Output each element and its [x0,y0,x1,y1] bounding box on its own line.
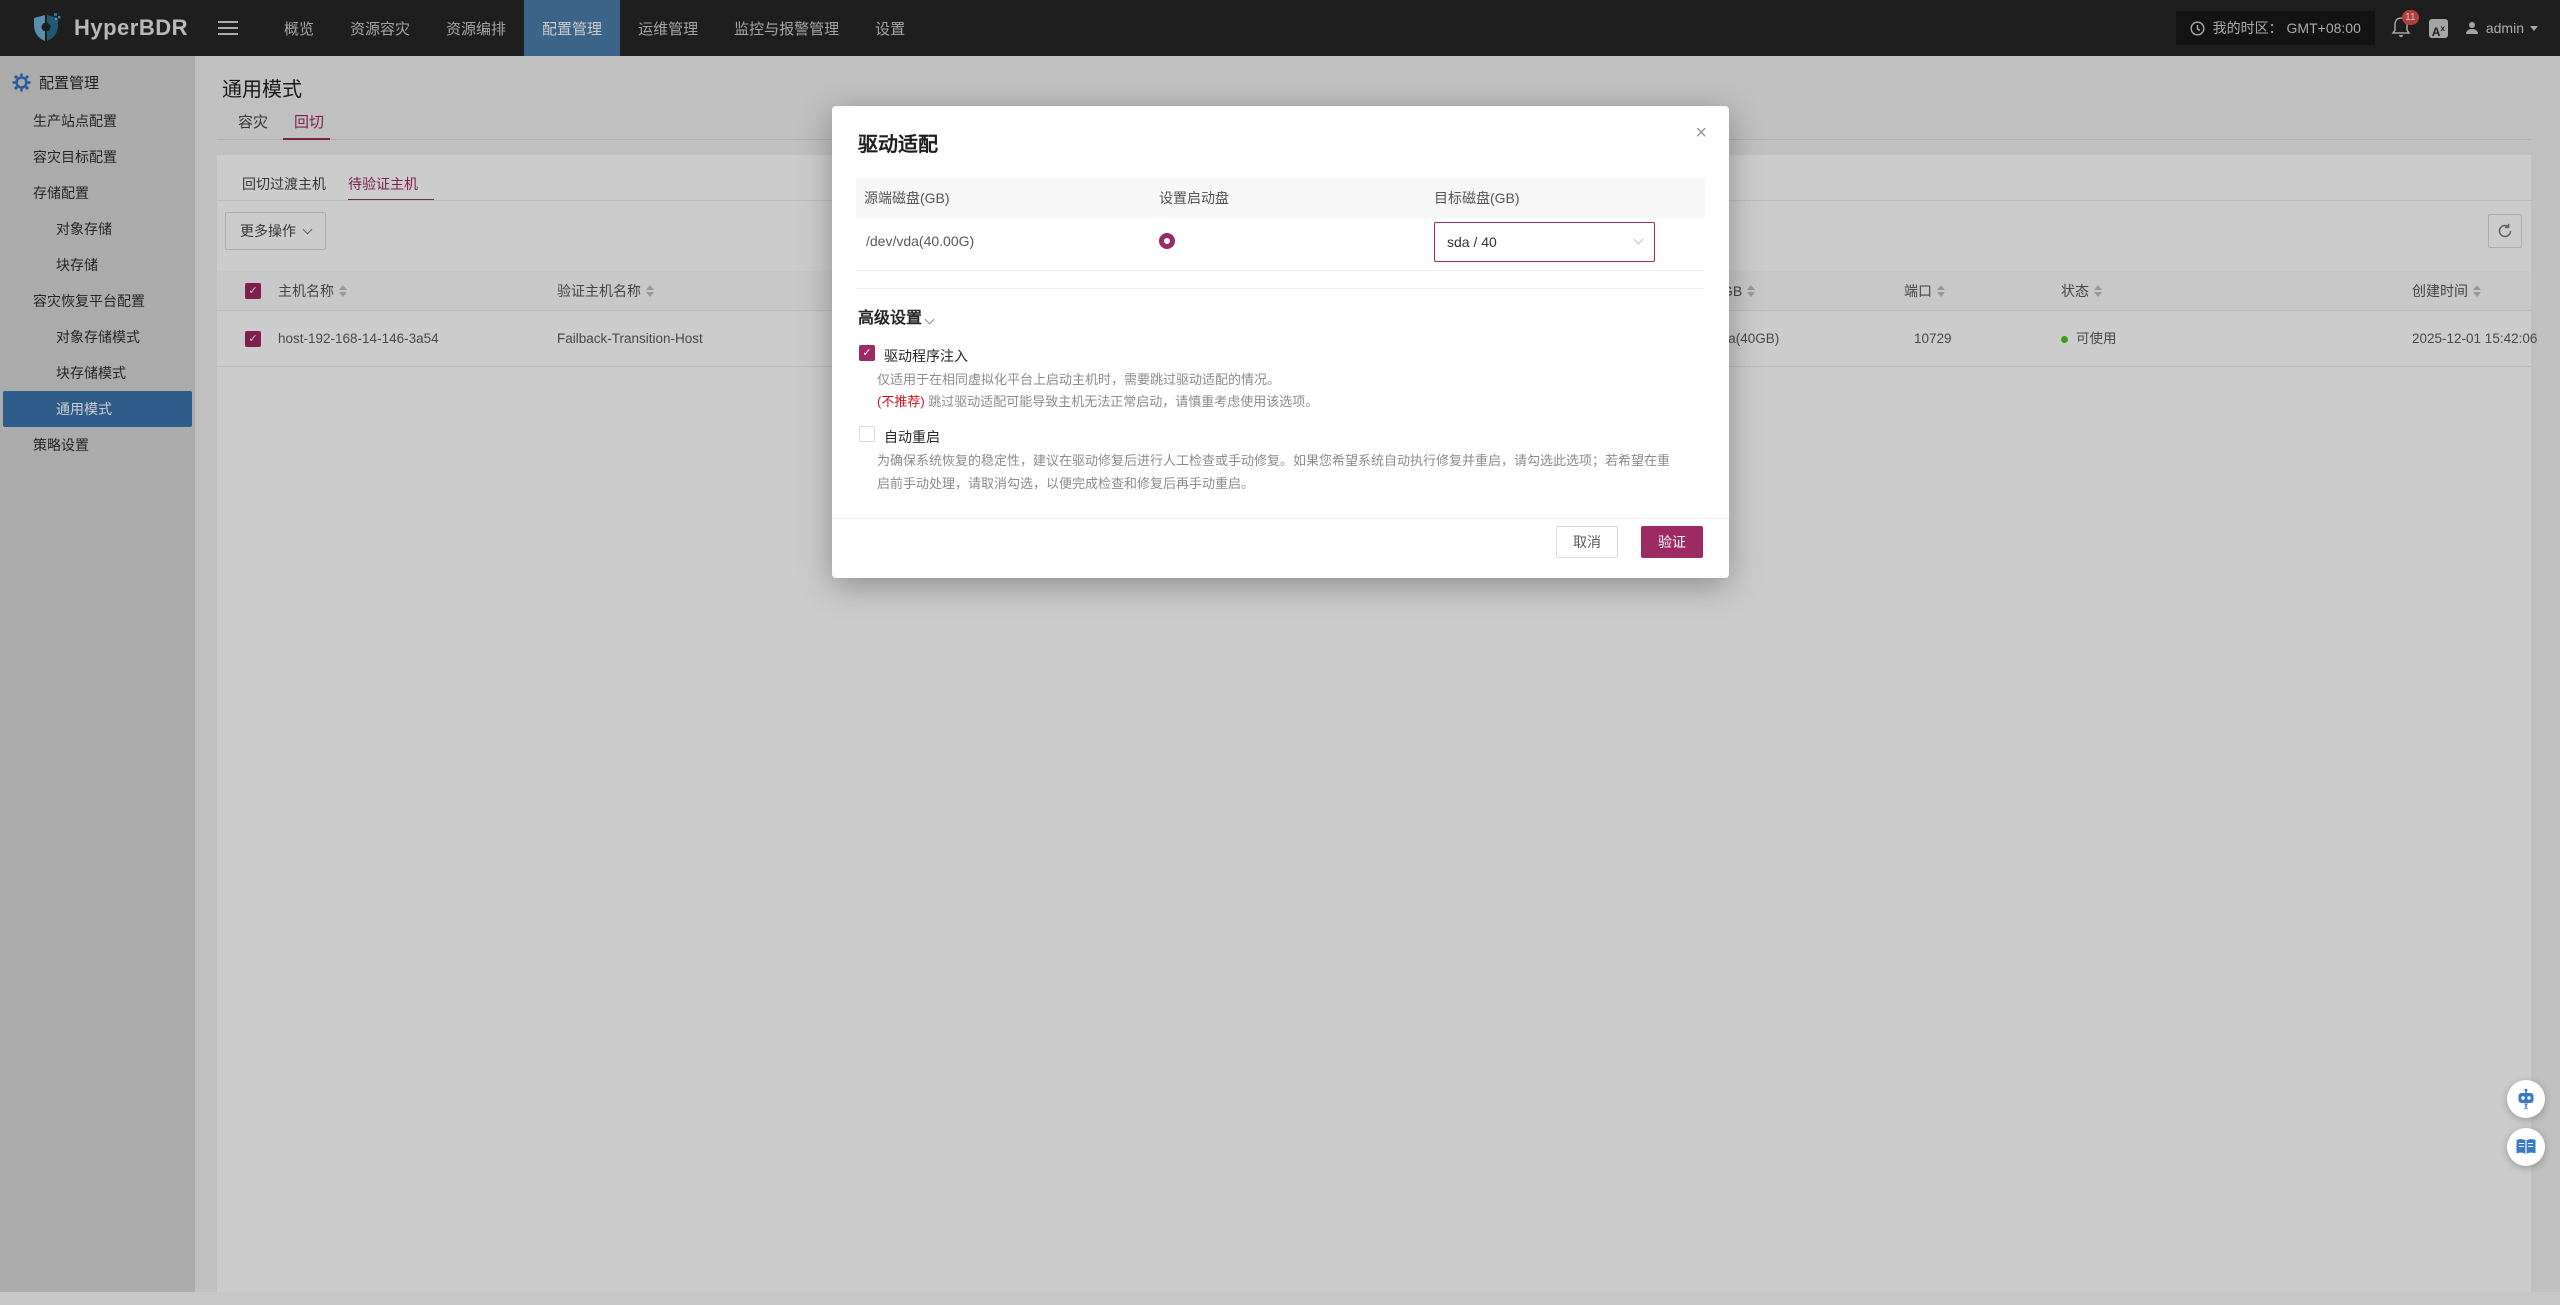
target-disk-select[interactable]: sda / 40 [1434,222,1655,262]
boot-disk-radio[interactable] [1159,233,1175,249]
modal-column-target-disk: 目标磁盘(GB) [1434,178,1520,218]
documentation-button[interactable] [2507,1128,2545,1166]
horizontal-scrollbar[interactable] [0,1292,2560,1305]
app-root: HyperBDR 概览 资源容灾 资源编排 配置管理 运维管理 监控与报警管理 … [0,0,2560,1305]
verify-button[interactable]: 验证 [1641,526,1703,558]
auto-restart-label[interactable]: 自动重启 [884,427,940,447]
target-disk-value: sda / 40 [1447,234,1497,250]
modal-table-header [856,178,1705,218]
modal-section-divider [856,288,1705,289]
book-icon [2515,1138,2537,1156]
modal-row-divider [856,270,1705,271]
driver-adaptation-modal: 驱动适配 × 源端磁盘(GB) 设置启动盘 目标磁盘(GB) /dev/vda(… [832,106,1729,578]
chevron-down-icon [925,315,935,325]
driver-injection-label[interactable]: 驱动程序注入 [884,346,968,366]
chatbot-assistant-button[interactable]: A [2507,1080,2545,1118]
modal-title: 驱动适配 [858,128,938,157]
advanced-settings-toggle[interactable]: 高级设置 [858,304,933,328]
chevron-down-icon [1634,235,1644,245]
modal-footer-divider [832,518,1729,519]
modal-cell-source-disk: /dev/vda(40.00G) [866,212,974,270]
driver-injection-warning: (不推荐) 跳过驱动适配可能导致主机无法正常启动，请慎重考虑使用该选项。 [877,391,1318,410]
driver-injection-checkbox[interactable]: ✓ [859,345,875,361]
cancel-button[interactable]: 取消 [1556,526,1618,558]
modal-column-boot-disk: 设置启动盘 [1159,178,1229,218]
warning-text: 跳过驱动适配可能导致主机无法正常启动，请慎重考虑使用该选项。 [928,394,1318,409]
robot-icon: A [2515,1088,2537,1110]
driver-injection-help: 仅适用于在相同虚拟化平台上启动主机时，需要跳过驱动适配的情况。 [877,369,1280,388]
close-icon[interactable]: × [1695,122,1707,145]
not-recommended-tag: (不推荐) [877,394,925,409]
svg-text:A: A [2524,1106,2528,1111]
auto-restart-checkbox[interactable] [859,426,875,442]
auto-restart-help: 为确保系统恢复的稳定性，建议在驱动修复后进行人工检查或手动修复。如果您希望系统自… [877,449,1677,495]
